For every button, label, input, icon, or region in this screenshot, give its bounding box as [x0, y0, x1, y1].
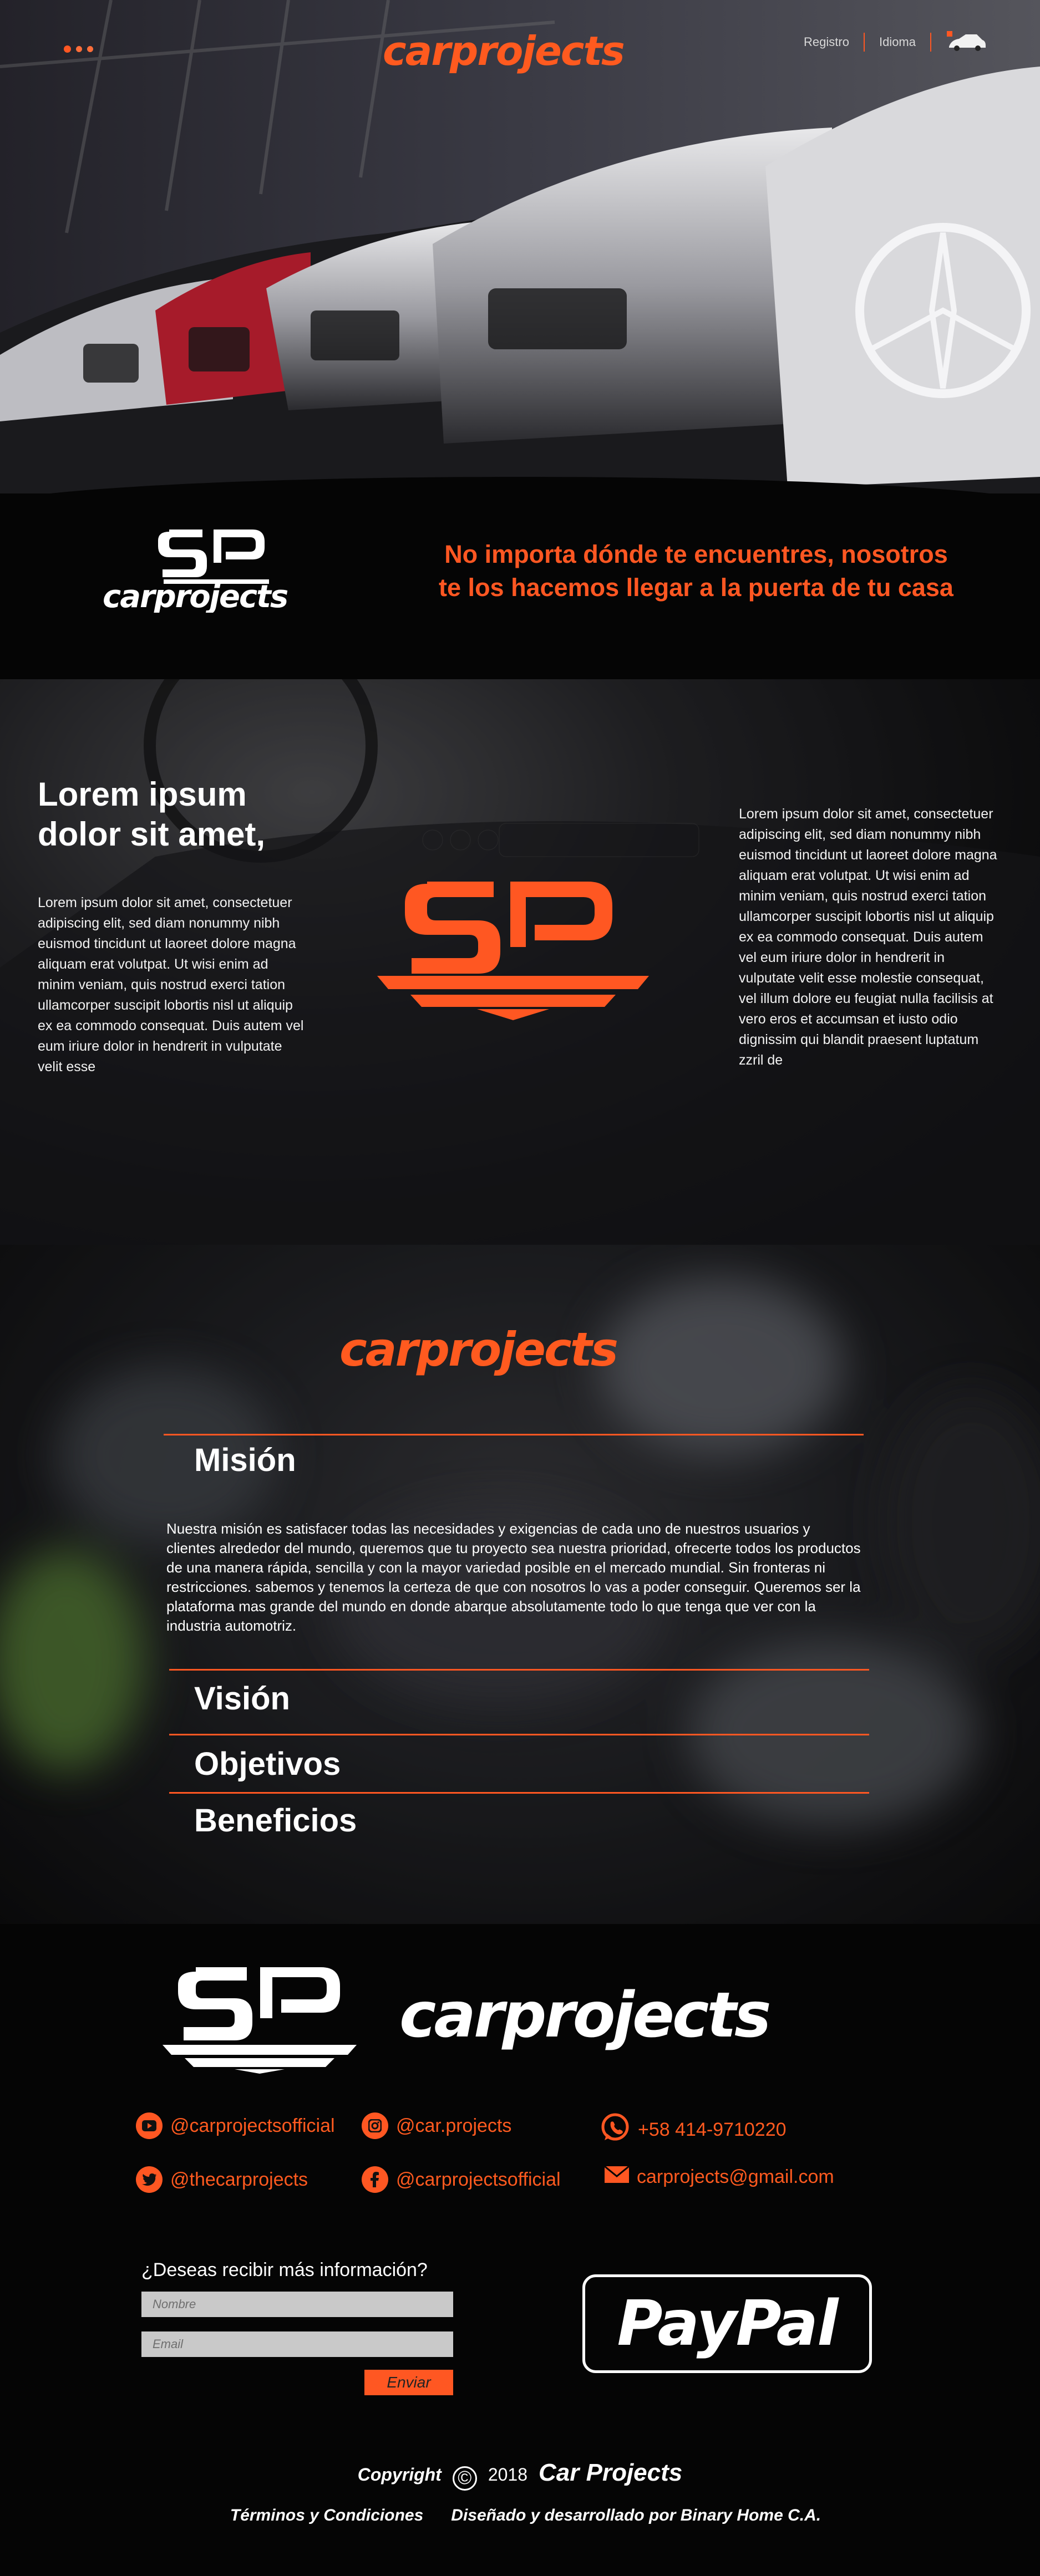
footer-links: Términos y Condiciones Diseñado y desarr… [0, 2506, 1040, 2525]
tagline-banner: carprojects No importa dónde te encuentr… [0, 493, 1040, 679]
brand-logo[interactable]: carprojects [383, 28, 625, 74]
social-instagram-label: @car.projects [396, 2115, 512, 2136]
nav-idioma[interactable]: Idioma [865, 35, 930, 49]
footer: carprojects @carprojectsofficial @car.pr… [0, 1924, 1040, 2576]
social-twitter[interactable]: @thecarprojects [136, 2166, 308, 2193]
social-instagram[interactable]: @car.projects [362, 2112, 511, 2139]
copyright-year: 2018 [488, 2465, 528, 2485]
nav-separator [930, 33, 931, 52]
credits-link[interactable]: Diseñado y desarrollado por Binary Home … [451, 2506, 821, 2525]
copyright: Copyright © 2018 Car Projects [0, 2459, 1040, 2491]
section-title-objetivos[interactable]: Objetivos [194, 1745, 341, 1783]
submit-button[interactable]: Enviar [364, 2370, 453, 2395]
intro-section: Lorem ipsum dolor sit amet, Lorem ipsum … [0, 679, 1040, 1245]
intro-right-text: Lorem ipsum dolor sit amet, consectetuer… [739, 806, 997, 1068]
social-email-label: carprojects@gmail.com [637, 2166, 834, 2187]
section-title-mision[interactable]: Misión [194, 1442, 296, 1479]
social-twitter-label: @thecarprojects [170, 2168, 308, 2190]
newsletter-label: ¿Deseas recibir más información? [141, 2259, 428, 2280]
intro-left-text: Lorem ipsum dolor sit amet, consectetuer… [38, 895, 304, 1075]
twitter-icon [136, 2166, 163, 2193]
section-title-beneficios[interactable]: Beneficios [194, 1802, 357, 1839]
terms-link[interactable]: Términos y Condiciones [230, 2506, 423, 2525]
tagline-line2: te los hacemos llegar a la puerta de tu … [439, 573, 953, 602]
social-whatsapp[interactable]: +58 414-9710220 [600, 2112, 787, 2147]
banner-logo-word: carprojects [103, 579, 288, 613]
facebook-icon [362, 2166, 388, 2193]
tagline-line1: No importa dónde te encuentres, nosotros [444, 540, 948, 568]
nav-registro[interactable]: Registro [789, 35, 864, 49]
brand-emblem-logo: carprojects [103, 530, 289, 613]
mail-icon [604, 2165, 630, 2188]
section-title-vision[interactable]: Visión [194, 1680, 290, 1717]
section-divider [169, 1669, 869, 1671]
youtube-icon [136, 2112, 163, 2139]
email-field[interactable] [141, 2331, 453, 2357]
dots-menu-icon[interactable] [64, 45, 93, 53]
brand-emblem-orange [377, 882, 649, 1020]
instagram-icon [362, 2112, 388, 2139]
copyright-company: Car Projects [539, 2459, 683, 2486]
social-whatsapp-label: +58 414-9710220 [638, 2119, 787, 2140]
mision-text: Nuestra misión es satisfacer todas las n… [166, 1520, 861, 1634]
social-youtube-label: @carprojectsofficial [170, 2115, 335, 2136]
intro-heading-line1: Lorem ipsum [38, 776, 247, 813]
hero-section: carprojects Registro Idioma [0, 0, 1040, 493]
social-facebook-label: @carprojectsofficial [396, 2168, 561, 2190]
copyright-label: Copyright [357, 2465, 442, 2485]
copyright-icon: © [452, 2466, 477, 2491]
about-brand-logo: carprojects [339, 1322, 618, 1377]
footer-brand-emblem [163, 1967, 357, 2074]
top-nav: Registro Idioma [789, 31, 1040, 53]
section-divider [164, 1434, 864, 1435]
social-email[interactable]: carprojects@gmail.com [604, 2165, 834, 2188]
whatsapp-icon [600, 2112, 630, 2147]
social-facebook[interactable]: @carprojectsofficial [362, 2166, 561, 2193]
footer-brand-word: carprojects [399, 1979, 771, 2051]
intro-heading-line2: dolor sit amet, [38, 816, 266, 853]
section-divider [169, 1792, 869, 1794]
tagline: No importa dónde te encuentres, nosotros… [419, 538, 973, 604]
section-divider [169, 1734, 869, 1735]
car-cart-icon[interactable] [935, 31, 990, 53]
name-field[interactable] [141, 2292, 453, 2317]
social-youtube[interactable]: @carprojectsofficial [136, 2112, 335, 2139]
intro-heading: Lorem ipsum dolor sit amet, [38, 775, 326, 854]
paypal-button[interactable]: PayPal [582, 2274, 872, 2373]
about-section: carprojects Misión Nuestra misión es sat… [0, 1245, 1040, 1924]
